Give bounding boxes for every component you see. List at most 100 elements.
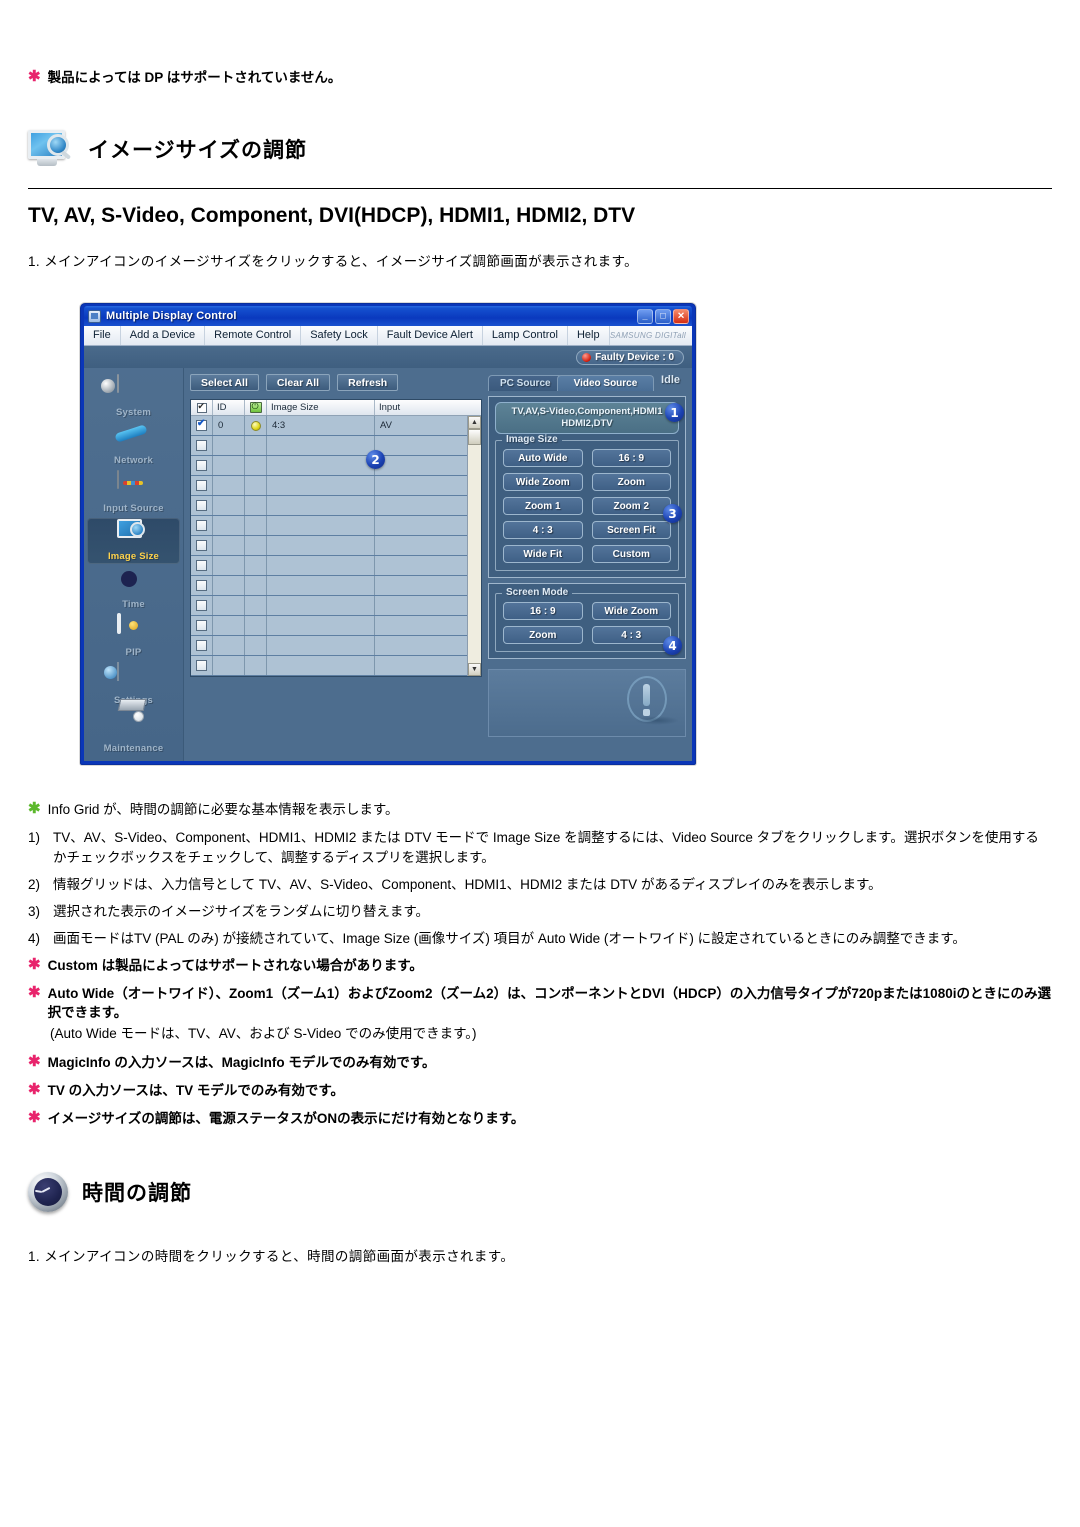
table-row[interactable] [191, 556, 467, 576]
row-checkbox-cell[interactable] [191, 556, 213, 575]
sidebar-item-image-size[interactable]: Image Size [87, 518, 180, 564]
row-checkbox-cell[interactable] [191, 536, 213, 555]
sidebar-item-network[interactable]: Network [87, 422, 180, 468]
table-row[interactable] [191, 656, 467, 676]
table-row[interactable] [191, 476, 467, 496]
grid-header-input[interactable]: Input [375, 400, 481, 415]
table-row[interactable] [191, 516, 467, 536]
row-checkbox-cell[interactable] [191, 616, 213, 635]
minimize-button[interactable]: _ [637, 308, 653, 324]
screen-mode-group-label: Screen Mode [502, 587, 573, 598]
scrollbar-track[interactable] [468, 445, 481, 663]
grid-header-id[interactable]: ID [213, 400, 245, 415]
menu-item-add-a-device[interactable]: Add a Device [121, 326, 206, 345]
sidebar-item-pip[interactable]: PIP [87, 613, 180, 660]
menu-item-remote-control[interactable]: Remote Control [205, 326, 302, 345]
close-button[interactable]: ✕ [673, 308, 689, 324]
row-power-cell [245, 656, 267, 675]
grid-header-select-all-checkbox[interactable] [191, 400, 213, 415]
row-power-cell [245, 616, 267, 635]
row-power-cell [245, 496, 267, 515]
row-id [213, 556, 245, 575]
table-row[interactable]: 0 4:3 AV [191, 416, 467, 436]
row-checkbox-cell[interactable] [191, 416, 213, 435]
screen-fit-button[interactable]: Screen Fit [591, 521, 671, 539]
row-power-cell [245, 576, 267, 595]
minimize-icon: _ [642, 310, 648, 321]
wide-zoom-button[interactable]: Wide Zoom [503, 473, 583, 491]
image-size-group: Image Size Auto Wide 16 : 9 Wide Zoom Zo… [495, 434, 679, 571]
row-checkbox-cell[interactable] [191, 456, 213, 475]
refresh-button[interactable]: Refresh [337, 374, 399, 391]
menu-item-help[interactable]: Help [568, 326, 610, 345]
sidebar-item-time[interactable]: Time [87, 566, 180, 612]
menu-item-lamp-control[interactable]: Lamp Control [483, 326, 568, 345]
wide-fit-button[interactable]: Wide Fit [503, 545, 583, 563]
sixteen-nine-button[interactable]: 16 : 9 [591, 449, 671, 467]
table-row[interactable] [191, 436, 467, 456]
four-three-button[interactable]: 4 : 3 [503, 521, 583, 539]
table-row[interactable] [191, 616, 467, 636]
screen-mode-wide-zoom-button[interactable]: Wide Zoom [591, 602, 671, 620]
row-id [213, 576, 245, 595]
table-row[interactable] [191, 636, 467, 656]
row-checkbox-cell[interactable] [191, 576, 213, 595]
sidebar-item-maintenance[interactable]: Maintenance [87, 699, 180, 756]
row-input [375, 436, 467, 455]
maximize-button[interactable]: □ [655, 308, 671, 324]
sidebar-item-input-source-label: Input Source [103, 503, 164, 514]
grid-vertical-scrollbar[interactable]: ▲ ▼ [467, 416, 481, 676]
tab-video-source[interactable]: Video Source [556, 375, 655, 391]
menu-item-fault-device-alert[interactable]: Fault Device Alert [378, 326, 483, 345]
table-row[interactable] [191, 496, 467, 516]
row-checkbox-cell[interactable] [191, 656, 213, 675]
sidebar-item-system-label: System [116, 407, 151, 418]
screen-mode-sixteen-nine-button[interactable]: 16 : 9 [503, 602, 583, 620]
row-checkbox-cell[interactable] [191, 636, 213, 655]
table-row[interactable] [191, 576, 467, 596]
menu-item-file[interactable]: File [84, 326, 121, 345]
select-all-button[interactable]: Select All [190, 374, 259, 391]
clear-all-button[interactable]: Clear All [265, 374, 331, 391]
menu-item-safety-lock[interactable]: Safety Lock [301, 326, 378, 345]
row-id [213, 496, 245, 515]
grid-header-image-size[interactable]: Image Size [267, 400, 375, 415]
row-power-cell [245, 516, 267, 535]
row-id [213, 596, 245, 615]
row-input [375, 596, 467, 615]
callout-4: 4 [663, 636, 682, 655]
device-grid-column: Select All Clear All Refresh ID Image Si… [190, 374, 482, 755]
table-row[interactable] [191, 596, 467, 616]
row-checkbox-cell[interactable] [191, 436, 213, 455]
table-row[interactable] [191, 536, 467, 556]
row-image-size [267, 436, 375, 455]
checkbox-icon [196, 440, 207, 451]
zoom-1-button[interactable]: Zoom 1 [503, 497, 583, 515]
note-item-2-text: 情報グリッドは、入力信号として TV、AV、S-Video、Component、… [53, 877, 882, 892]
grid-header-power[interactable] [245, 400, 267, 415]
row-checkbox-cell[interactable] [191, 496, 213, 515]
sidebar-item-system[interactable]: System [87, 374, 180, 420]
faulty-indicator-icon [582, 352, 592, 362]
screen-mode-four-three-button[interactable]: 4 : 3 [591, 626, 671, 644]
auto-wide-button[interactable]: Auto Wide [503, 449, 583, 467]
zoom-button[interactable]: Zoom [591, 473, 671, 491]
exclamation-watermark-icon [627, 676, 679, 726]
row-id [213, 656, 245, 675]
callout-2: 2 [366, 450, 385, 469]
scrollbar-thumb[interactable] [468, 429, 481, 445]
table-row[interactable] [191, 456, 467, 476]
app-icon [88, 309, 101, 323]
row-checkbox-cell[interactable] [191, 476, 213, 495]
tab-pc-source[interactable]: PC Source [488, 375, 563, 391]
sidebar-item-input-source[interactable]: Input Source [87, 470, 180, 516]
zoom-2-button[interactable]: Zoom 2 [591, 497, 671, 515]
scroll-down-icon[interactable]: ▼ [468, 663, 481, 676]
row-checkbox-cell[interactable] [191, 596, 213, 615]
screen-mode-zoom-button[interactable]: Zoom [503, 626, 583, 644]
row-checkbox-cell[interactable] [191, 516, 213, 535]
scroll-up-icon[interactable]: ▲ [468, 416, 481, 429]
custom-button[interactable]: Custom [591, 545, 671, 563]
row-id: 0 [213, 416, 245, 435]
row-image-size [267, 536, 375, 555]
